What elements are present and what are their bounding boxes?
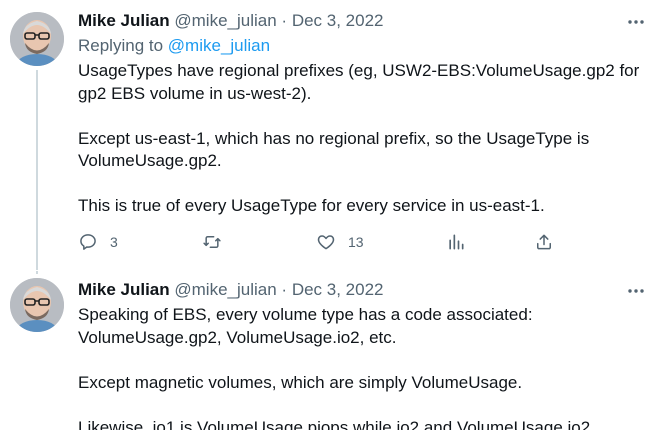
tweet-paragraph: Likewise, io1 is VolumeUsage.piops while… bbox=[78, 417, 595, 430]
retweet-button[interactable] bbox=[202, 230, 234, 254]
views-button[interactable] bbox=[446, 230, 466, 254]
author-handle[interactable]: @mike_julian bbox=[174, 280, 276, 299]
tweet-header: Mike Julian @mike_julian · Dec 3, 2022 bbox=[78, 279, 634, 301]
tweet-2[interactable]: Mike Julian @mike_julian · Dec 3, 2022 S… bbox=[0, 270, 664, 430]
tweet-date[interactable]: Dec 3, 2022 bbox=[292, 11, 384, 30]
thread-line bbox=[36, 70, 38, 274]
replying-to: Replying to @mike_julian bbox=[78, 35, 270, 57]
tweet-1[interactable]: Mike Julian @mike_julian · Dec 3, 2022 R… bbox=[0, 0, 664, 274]
reply-bubble-icon bbox=[80, 234, 96, 250]
tweet-divider bbox=[0, 270, 664, 271]
reply-button[interactable]: 3 bbox=[78, 230, 118, 254]
avatar[interactable] bbox=[10, 12, 64, 66]
like-button[interactable]: 13 bbox=[316, 230, 364, 254]
more-horizontal-icon[interactable] bbox=[626, 281, 646, 301]
tweet-paragraph: UsageTypes have regional prefixes (eg, U… bbox=[78, 61, 640, 103]
replying-to-prefix: Replying to bbox=[78, 36, 164, 55]
more-horizontal-icon[interactable] bbox=[626, 12, 646, 32]
tweet-header: Mike Julian @mike_julian · Dec 3, 2022 bbox=[78, 10, 634, 32]
heart-icon bbox=[317, 235, 335, 250]
tweet-paragraph: Speaking of EBS, every volume type has a… bbox=[78, 305, 533, 347]
author-name[interactable]: Mike Julian bbox=[78, 280, 170, 299]
tweet-text: UsageTypes have regional prefixes (eg, U… bbox=[78, 60, 648, 218]
replying-to-link[interactable]: @mike_julian bbox=[168, 36, 270, 55]
header-separator: · bbox=[281, 280, 288, 299]
reply-count: 3 bbox=[110, 234, 118, 250]
tweet-paragraph: Except us-east-1, which has no regional … bbox=[78, 128, 590, 171]
tweet-actions: 3 13 bbox=[78, 230, 568, 254]
tweet-paragraph: This is true of every UsageType for ever… bbox=[78, 196, 545, 215]
tweet-paragraph: Except magnetic volumes, which are simpl… bbox=[78, 372, 523, 392]
like-count: 13 bbox=[348, 234, 364, 250]
tweet-date[interactable]: Dec 3, 2022 bbox=[292, 280, 384, 299]
avatar-image bbox=[10, 278, 64, 332]
tweet-text: Speaking of EBS, every volume type has a… bbox=[78, 304, 648, 430]
avatar-image bbox=[10, 12, 64, 66]
views-chart-icon bbox=[449, 234, 464, 250]
author-handle[interactable]: @mike_julian bbox=[174, 11, 276, 30]
share-button[interactable] bbox=[534, 230, 554, 254]
header-separator: · bbox=[281, 11, 288, 30]
author-name[interactable]: Mike Julian bbox=[78, 11, 170, 30]
share-upload-icon bbox=[537, 234, 551, 250]
avatar[interactable] bbox=[10, 278, 64, 332]
retweet-icon bbox=[203, 236, 221, 248]
